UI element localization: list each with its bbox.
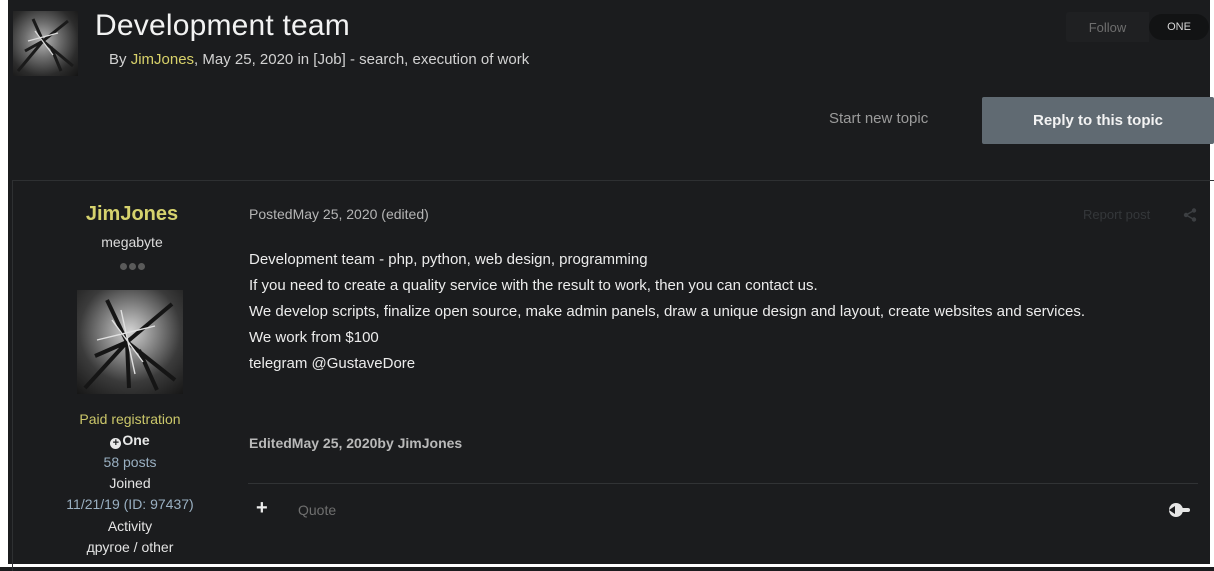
start-new-topic-link[interactable]: Start new topic (829, 110, 928, 127)
author-badge: + One (50, 432, 210, 449)
topic-author-avatar[interactable] (13, 11, 78, 76)
author-rank: megabyte (101, 234, 163, 250)
follow-button[interactable]: Follow (1066, 12, 1149, 42)
post-line: Development team - php, python, web desi… (249, 251, 648, 268)
author-group: Paid registration (79, 411, 181, 427)
edited-notice: EditedMay 25, 2020by JimJones (249, 435, 463, 451)
share-icon[interactable] (1182, 207, 1198, 223)
meta-date-forum: , May 25, 2020 in [Job] - search, execut… (194, 51, 530, 68)
avatar-artwork-image (16, 18, 74, 72)
reaction-icon[interactable] (1166, 500, 1192, 520)
follower-count[interactable]: ONE (1149, 14, 1209, 40)
activity-value: другое / other (86, 539, 174, 555)
post-author-avatar[interactable] (77, 290, 183, 394)
plus-circle-icon: + (110, 438, 122, 449)
post-line: If you need to create a quality service … (249, 277, 818, 294)
topic-author-link[interactable]: JimJones (131, 51, 194, 68)
activity-label: Activity (107, 518, 153, 534)
post-date: PostedMay 25, 2020 (edited) (249, 206, 429, 222)
window-frame-left (0, 0, 8, 567)
report-post-link[interactable]: Report post (1083, 207, 1150, 222)
rank-pips (64, 257, 200, 275)
post-line: We work from $100 (249, 329, 379, 346)
topic-title: Development team (95, 9, 350, 42)
author-post-count[interactable]: 58 posts (50, 454, 210, 470)
follow-control[interactable]: Follow ONE (1066, 12, 1211, 42)
post-content: Development team - php, python, web desi… (249, 247, 1179, 377)
post-author-name[interactable]: JimJones (64, 203, 200, 226)
topic-meta: By JimJones, May 25, 2020 in [Job] - sea… (109, 51, 529, 68)
joined-value: 11/21/19 (ID: 97437) (66, 496, 194, 512)
joined-label: Joined (109, 475, 151, 491)
quote-button[interactable]: Quote (298, 502, 336, 518)
multiquote-plus-button[interactable]: + (256, 497, 268, 520)
post-line: We develop scripts, finalize open source… (249, 303, 1086, 320)
reply-to-topic-button[interactable]: Reply to this topic (982, 97, 1214, 144)
avatar-artwork-image (83, 299, 177, 391)
meta-by-text: By (109, 51, 131, 68)
post-divider (248, 483, 1198, 484)
author-badge-label: One (122, 432, 150, 448)
post-line: telegram @GustaveDore (249, 355, 416, 372)
